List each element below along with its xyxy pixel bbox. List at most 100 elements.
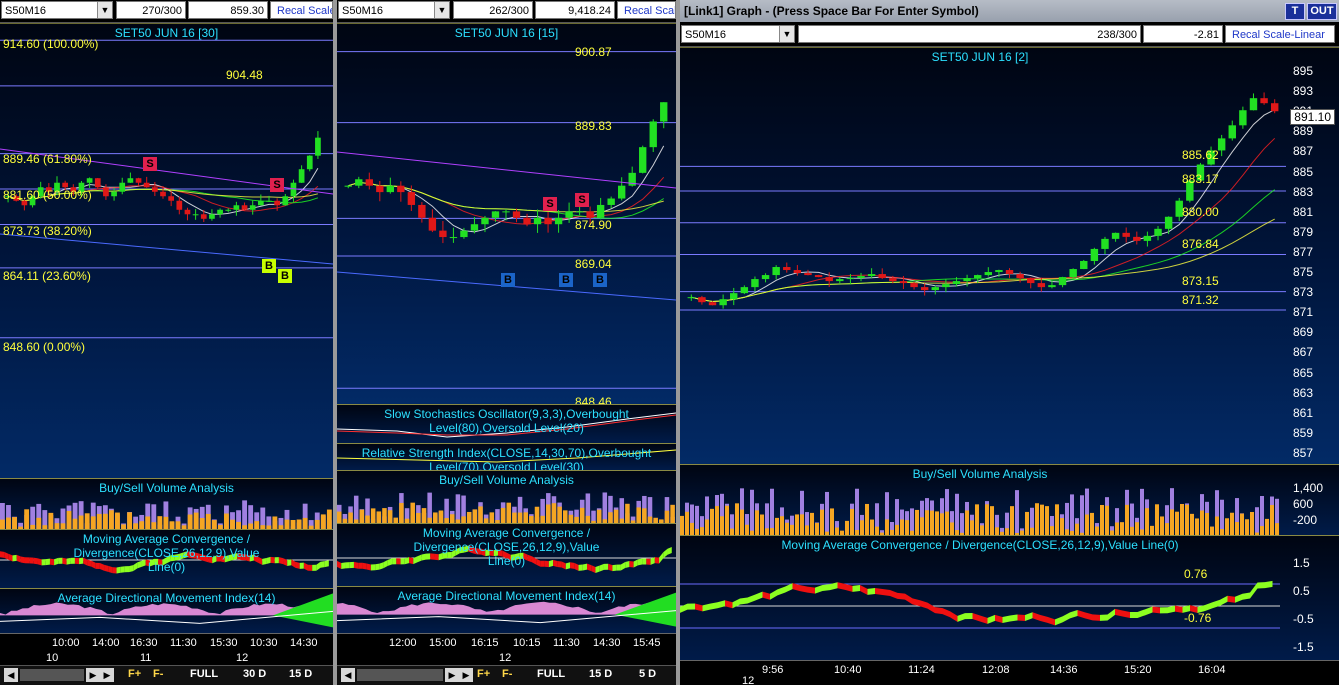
macd-segment bbox=[1205, 602, 1213, 612]
range-button[interactable]: 15 D bbox=[589, 668, 612, 680]
scroll-right-icon[interactable]: ▶ bbox=[100, 668, 114, 682]
volume-sell-bar bbox=[1070, 494, 1074, 535]
rsi-pane[interactable]: Relative Strength Index(CLOSE,14,30,70),… bbox=[337, 443, 676, 470]
time-tick: 12:08 bbox=[982, 664, 1010, 676]
level-label: 876.84 bbox=[1182, 237, 1219, 251]
volume-buy-bar bbox=[1130, 526, 1134, 535]
recal-scale-button[interactable]: Recal Scale-Linear bbox=[1225, 25, 1335, 43]
macd-pane[interactable]: Moving Average Convergence / Divergence(… bbox=[680, 535, 1339, 660]
macd-segment bbox=[1010, 614, 1018, 622]
candle-body bbox=[984, 272, 993, 276]
fib-level-label: 904.48 bbox=[226, 68, 263, 82]
volume-buy-bar bbox=[416, 512, 421, 523]
volume-buy-bar bbox=[805, 525, 809, 535]
macd-segment bbox=[1055, 616, 1063, 626]
volume-sell-bar bbox=[825, 491, 829, 535]
volume-buy-bar bbox=[523, 512, 528, 523]
price-pane[interactable]: SET50 JUN 16 [30] 914.60 (100.00%) 904.4… bbox=[0, 23, 333, 479]
horizontal-scrollbar[interactable] bbox=[357, 669, 443, 681]
range-button[interactable]: 15 D bbox=[289, 668, 312, 680]
chevron-down-icon[interactable]: ▼ bbox=[434, 2, 449, 18]
volume-buy-bar bbox=[272, 516, 278, 529]
candle-body bbox=[1260, 98, 1268, 104]
chevron-down-icon[interactable]: ▼ bbox=[779, 26, 794, 42]
volume-pane[interactable]: Buy/Sell Volume Analysis bbox=[337, 470, 676, 523]
range-button[interactable]: FULL bbox=[190, 668, 218, 680]
candle-body bbox=[639, 147, 647, 173]
volume-buy-bar bbox=[337, 511, 342, 523]
time-tick: 11:30 bbox=[553, 637, 580, 649]
adx-pane[interactable]: Average Directional Movement Index(14) bbox=[0, 588, 333, 633]
range-button[interactable]: 30 D bbox=[243, 668, 266, 680]
time-tick: 10:15 bbox=[513, 637, 541, 649]
adx-pane[interactable]: Average Directional Movement Index(14) bbox=[337, 586, 676, 633]
range-button[interactable]: 5 D bbox=[639, 668, 656, 680]
zoom-in-button[interactable]: F+ bbox=[477, 668, 490, 680]
horizontal-scrollbar[interactable] bbox=[20, 669, 84, 681]
macd-segment bbox=[1025, 612, 1033, 622]
recal-scale-button[interactable]: Recal Scale bbox=[270, 1, 333, 19]
volume-buy-bar bbox=[84, 513, 90, 529]
zoom-in-button[interactable]: F+ bbox=[128, 668, 141, 680]
volume-buy-bar bbox=[715, 506, 719, 535]
macd-segment bbox=[1257, 582, 1265, 589]
price-pane[interactable]: SET50 JUN 16 [15] 900.87 889.83 874.90 8… bbox=[337, 23, 676, 409]
volume-buy-bar bbox=[72, 518, 78, 529]
zoom-out-button[interactable]: F- bbox=[153, 668, 163, 680]
macd-segment bbox=[935, 607, 943, 615]
symbol-select[interactable]: S50M16 ▼ bbox=[1, 1, 113, 19]
candle-body bbox=[418, 204, 426, 218]
macd-pane[interactable]: Moving Average Convergence / Divergence(… bbox=[0, 529, 333, 588]
chevron-down-icon[interactable]: ▼ bbox=[97, 2, 112, 18]
volume-sell-bar bbox=[1080, 495, 1084, 535]
macd-segment bbox=[1130, 611, 1138, 619]
scroll-left-icon[interactable]: ◀ bbox=[4, 668, 18, 682]
chart-panel-2[interactable]: [Link1] Graph - (Press Space Bar For Ent… bbox=[680, 0, 1339, 685]
scroll-right-icon[interactable]: ▶ bbox=[459, 668, 473, 682]
macd-segment bbox=[755, 591, 763, 601]
volume-buy-bar bbox=[800, 514, 804, 535]
level-label: 873.15 bbox=[1182, 274, 1219, 288]
scroll-left-icon[interactable]: ◀ bbox=[341, 668, 355, 682]
candle-body bbox=[1154, 228, 1162, 236]
recal-scale-button[interactable]: Recal Scale bbox=[617, 1, 676, 19]
indicator-title: Moving Average Convergence / Divergence(… bbox=[73, 532, 260, 574]
macd-tick: 0.5 bbox=[1293, 584, 1310, 598]
candle-body bbox=[315, 137, 321, 156]
candle-body bbox=[217, 209, 223, 215]
macd-pane[interactable]: Moving Average Convergence / Divergence(… bbox=[337, 523, 676, 586]
candle-body bbox=[1239, 110, 1247, 126]
volume-buy-bar bbox=[546, 504, 551, 523]
volume-buy-bar bbox=[1240, 513, 1244, 535]
volume-buy-bar bbox=[835, 527, 839, 535]
volume-pane[interactable]: Buy/Sell Volume Analysis bbox=[0, 478, 333, 529]
candle-body bbox=[1249, 98, 1258, 111]
volume-buy-bar bbox=[66, 510, 72, 529]
candle-body bbox=[836, 279, 844, 282]
volume-buy-bar bbox=[199, 518, 205, 529]
volume-buy-bar bbox=[1100, 505, 1104, 535]
candle-body bbox=[200, 214, 207, 219]
volume-buy-bar bbox=[985, 504, 989, 535]
indicator-title: Moving Average Convergence / Divergence(… bbox=[781, 538, 1179, 552]
level-label: 883.17 bbox=[1182, 172, 1219, 186]
candle-body bbox=[523, 217, 531, 225]
price-pane[interactable]: SET50 JUN 16 [2] 89589389188988788588388… bbox=[680, 47, 1339, 465]
t-button[interactable]: T bbox=[1285, 3, 1305, 20]
zoom-out-button[interactable]: F- bbox=[502, 668, 512, 680]
symbol-select[interactable]: S50M16 ▼ bbox=[338, 1, 450, 19]
stochastic-pane[interactable]: Slow Stochastics Oscillator(9,3,3),Overb… bbox=[337, 404, 676, 443]
scroll-right-end-icon[interactable]: ▶ bbox=[445, 668, 459, 682]
macd-segment bbox=[860, 584, 868, 595]
candle-body bbox=[772, 267, 780, 276]
candle-body bbox=[1048, 285, 1056, 288]
range-button[interactable]: FULL bbox=[537, 668, 565, 680]
volume-pane[interactable]: Buy/Sell Volume Analysis 1,400 600 -200 bbox=[680, 464, 1339, 535]
chart-panel-15[interactable]: S50M16 ▼ 262/300 9,418.24 Recal Scale SE… bbox=[337, 0, 676, 685]
out-button[interactable]: OUT bbox=[1307, 3, 1337, 20]
chart-panel-30[interactable]: S50M16 ▼ 270/300 859.30 Recal Scale SET5… bbox=[0, 0, 333, 685]
volume-buy-bar bbox=[12, 517, 17, 529]
scroll-right-end-icon[interactable]: ▶ bbox=[86, 668, 100, 682]
window-titlebar[interactable]: [Link1] Graph - (Press Space Bar For Ent… bbox=[680, 0, 1339, 22]
symbol-select[interactable]: S50M16 ▼ bbox=[681, 25, 795, 43]
